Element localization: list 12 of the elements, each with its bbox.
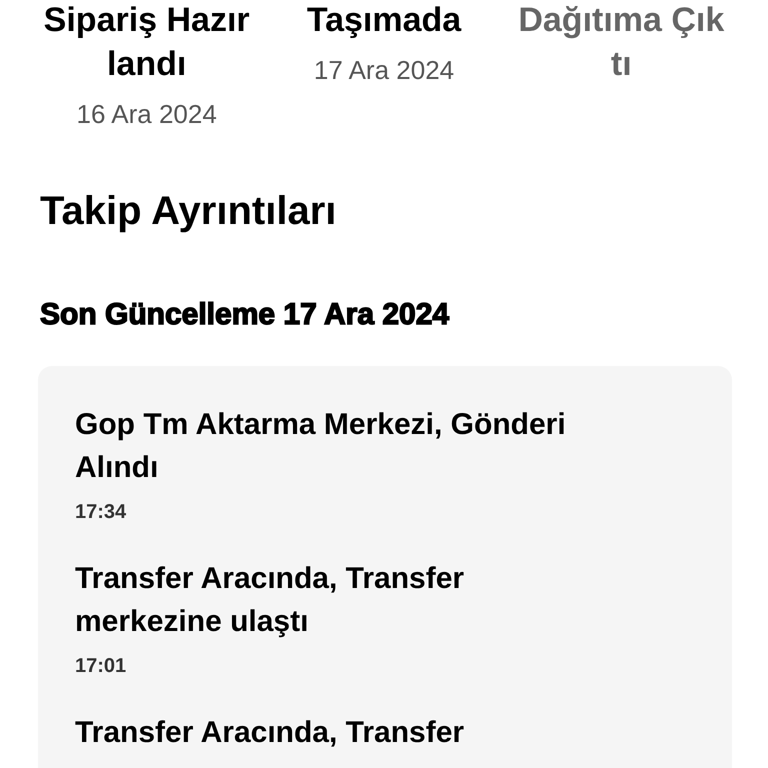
- event-title: Transfer Aracında, Transfer: [75, 715, 466, 751]
- section-heading: Takip Ayrıntıları: [40, 188, 338, 235]
- event-title: Gop Tm Aktarma Merkezi, Gönderi Alındı: [75, 407, 567, 486]
- event-title: Transfer Aracında, Transfer merkezine ulaştı: [75, 561, 466, 640]
- event-time: 17:34: [75, 500, 128, 525]
- step-title: Sipariş Hazırlandı: [42, 0, 251, 85]
- step-title: Taşımada: [306, 0, 462, 41]
- step-title: Dağıtıma Çıktı: [517, 0, 726, 85]
- step-date: 16 Ara 2024: [76, 98, 217, 131]
- step-date: 17 Ara 2024: [314, 54, 454, 87]
- last-update-heading: Son Güncelleme 17 Ara 2024: [40, 297, 450, 333]
- event-time: 17:01: [75, 654, 128, 679]
